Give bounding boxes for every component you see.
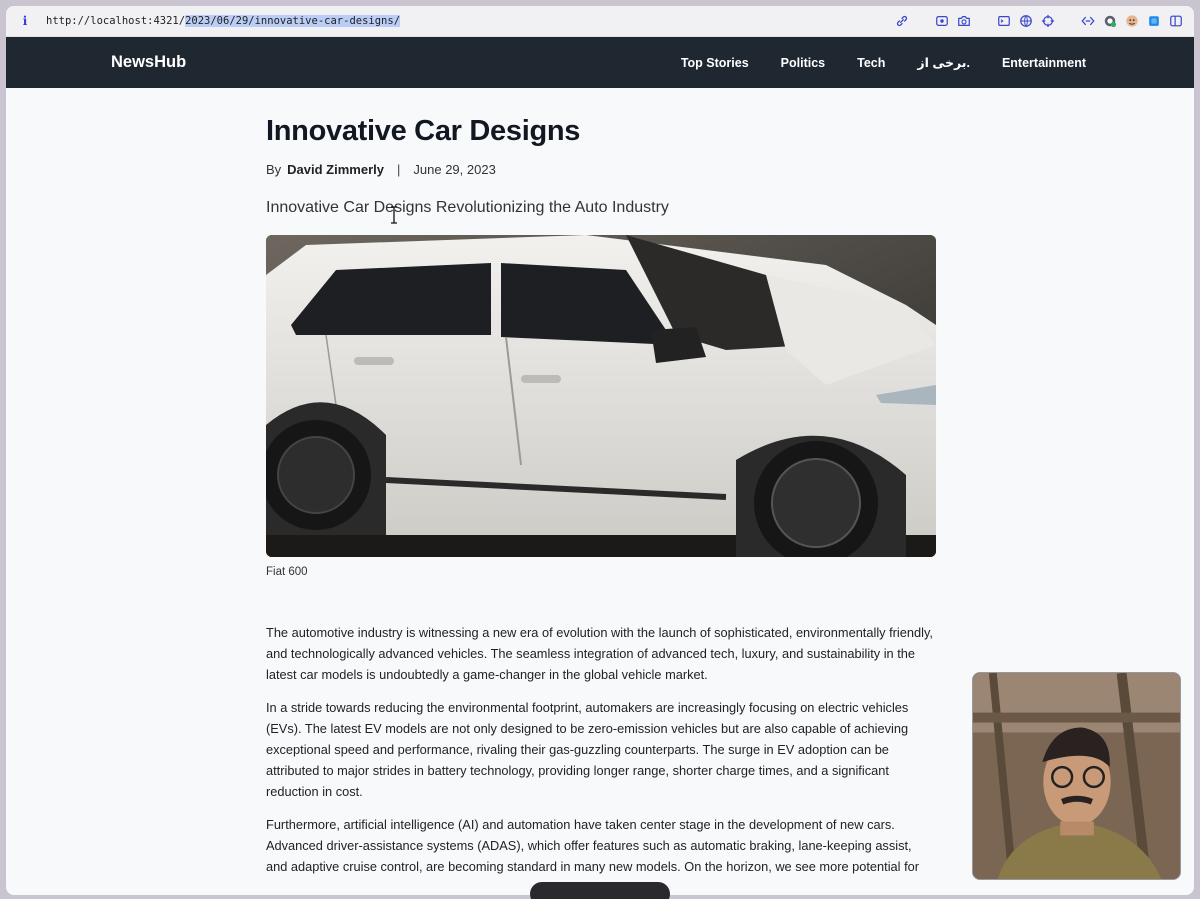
avatar-icon[interactable]	[1124, 13, 1140, 29]
image-caption: Fiat 600	[266, 566, 308, 578]
toolbar-icons	[888, 13, 1184, 29]
address-bar[interactable]: http://localhost:4321/2023/06/29/innovat…	[46, 15, 401, 27]
screenshot-icon[interactable]	[934, 13, 950, 29]
sidebar-icon[interactable]	[1168, 13, 1184, 29]
terminal-icon[interactable]	[996, 13, 1012, 29]
article-title: Innovative Car Designs	[266, 115, 581, 147]
nav-tech[interactable]: Tech	[857, 56, 885, 70]
publish-date: June 29, 2023	[413, 162, 496, 177]
nav-politics[interactable]: Politics	[781, 56, 825, 70]
author-name: David Zimmerly	[287, 162, 384, 177]
text-cursor-icon	[391, 206, 397, 224]
camera-icon[interactable]	[956, 13, 972, 29]
byline: By David Zimmerly | June 29, 2023	[266, 162, 936, 177]
by-label: By	[266, 162, 282, 177]
window-icon[interactable]	[1146, 13, 1162, 29]
crosshair-icon[interactable]	[1040, 13, 1056, 29]
browser-toolbar: i http://localhost:4321/2023/06/29/innov…	[6, 6, 1194, 37]
article-body: The automotive industry is witnessing a …	[266, 622, 936, 877]
hero-image	[266, 235, 936, 557]
url-path-selected: 2023/06/29/innovative-car-designs/	[185, 15, 401, 27]
paragraph: The automotive industry is witnessing a …	[266, 625, 933, 682]
code-icon[interactable]	[1080, 13, 1096, 29]
article: Innovative Car Designs By David Zimmerly…	[266, 88, 936, 889]
nav-persian-link[interactable]: برخی از.	[917, 55, 970, 70]
site-info-icon[interactable]: i	[18, 14, 32, 28]
paragraph: Furthermore, artificial intelligence (AI…	[266, 817, 919, 874]
paragraph: In a stride towards reducing the environ…	[266, 700, 909, 799]
globe-icon[interactable]	[1018, 13, 1034, 29]
main-nav: Top Stories Politics Tech برخی از. Enter…	[649, 55, 1086, 71]
link-icon[interactable]	[894, 13, 910, 29]
webcam-overlay	[972, 672, 1181, 880]
extension-icon[interactable]	[1102, 13, 1118, 29]
screen-dock	[530, 882, 670, 899]
site-header: NewsHub Top Stories Politics Tech برخی ا…	[6, 37, 1194, 88]
nav-entertainment[interactable]: Entertainment	[1002, 56, 1086, 70]
site-logo[interactable]: NewsHub	[111, 53, 186, 72]
url-prefix: http://localhost:4321/	[46, 15, 186, 27]
byline-separator: |	[397, 162, 401, 177]
article-subtitle: Innovative Car Designs Revolutionizing t…	[266, 199, 669, 216]
nav-top-stories[interactable]: Top Stories	[681, 56, 749, 70]
